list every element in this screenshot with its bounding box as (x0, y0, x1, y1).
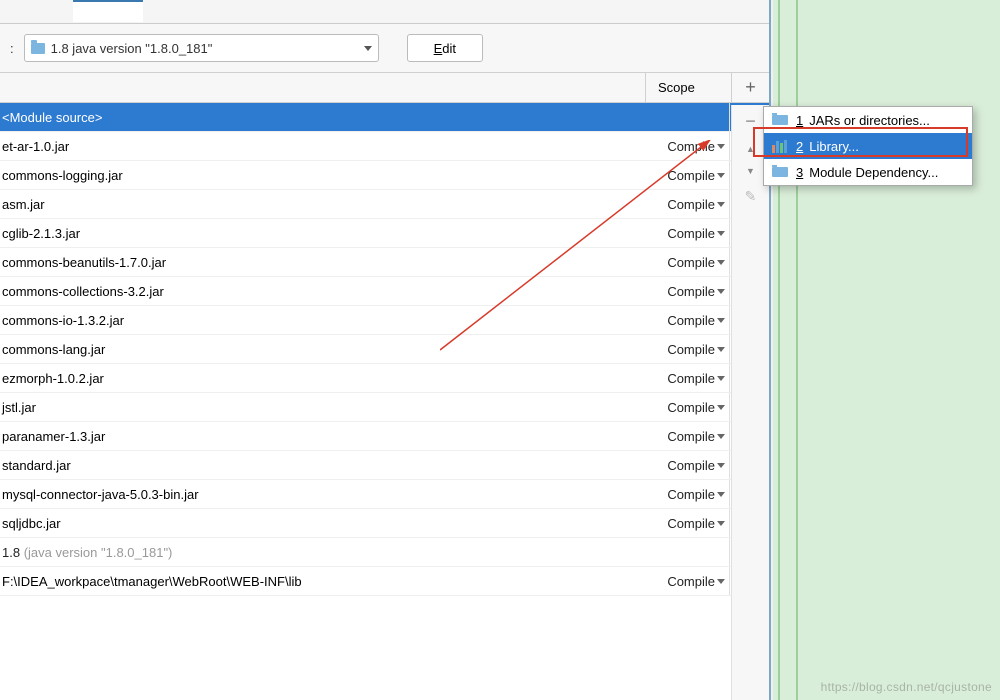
table-row[interactable]: commons-io-1.3.2.jarCompile (0, 306, 769, 335)
dependencies-table-header: Scope + (0, 73, 769, 103)
table-row[interactable]: <Module source> (0, 103, 769, 132)
dependency-name: F:\IDEA_workpace\tmanager\WebRoot\WEB-IN… (0, 574, 651, 589)
sdk-toolbar: : 1.8 java version "1.8.0_181" Edit (0, 24, 769, 73)
chevron-down-icon (717, 405, 725, 410)
add-dependency-popup: 1JARs or directories...2Library...3Modul… (763, 106, 973, 186)
scope-column-header[interactable]: Scope (645, 73, 731, 102)
table-row[interactable]: 1.8 (java version "1.8.0_181") (0, 538, 769, 567)
scope-cell[interactable]: Compile (651, 197, 729, 212)
table-row[interactable]: paranamer-1.3.jarCompile (0, 422, 769, 451)
table-row[interactable]: ezmorph-1.0.2.jarCompile (0, 364, 769, 393)
chevron-down-icon (717, 231, 725, 236)
chevron-down-icon (364, 46, 372, 51)
scope-cell[interactable]: Compile (651, 313, 729, 328)
table-row[interactable]: commons-lang.jarCompile (0, 335, 769, 364)
chevron-down-icon (717, 173, 725, 178)
divider (778, 0, 780, 700)
chevron-down-icon (717, 376, 725, 381)
dependency-name: commons-beanutils-1.7.0.jar (0, 255, 651, 270)
table-row[interactable]: commons-logging.jarCompile (0, 161, 769, 190)
folder-icon (772, 115, 788, 125)
module-icon (772, 167, 788, 177)
dependency-name: 1.8 (java version "1.8.0_181") (0, 545, 651, 560)
tab-strip (0, 0, 769, 24)
dependency-name: commons-logging.jar (0, 168, 651, 183)
add-dependency-button[interactable]: + (731, 73, 769, 102)
table-row[interactable]: commons-beanutils-1.7.0.jarCompile (0, 248, 769, 277)
sdk-value: 1.8 java version "1.8.0_181" (51, 41, 356, 56)
dependency-name: paranamer-1.3.jar (0, 429, 651, 444)
popup-item-module[interactable]: 3Module Dependency... (764, 159, 972, 185)
dependency-name: mysql-connector-java-5.0.3-bin.jar (0, 487, 651, 502)
table-row[interactable]: F:\IDEA_workpace\tmanager\WebRoot\WEB-IN… (0, 567, 769, 596)
scope-cell[interactable]: Compile (651, 371, 729, 386)
chevron-down-icon (717, 260, 725, 265)
dependency-name: commons-collections-3.2.jar (0, 284, 651, 299)
module-sdk-combo[interactable]: 1.8 java version "1.8.0_181" (24, 34, 379, 62)
popup-item-label: Module Dependency... (809, 165, 938, 180)
table-row[interactable]: sqljdbc.jarCompile (0, 509, 769, 538)
popup-item-label: JARs or directories... (809, 113, 930, 128)
chevron-down-icon (717, 202, 725, 207)
scope-cell[interactable]: Compile (651, 139, 729, 154)
dependency-name: commons-io-1.3.2.jar (0, 313, 651, 328)
table-row[interactable]: commons-collections-3.2.jarCompile (0, 277, 769, 306)
scope-cell[interactable]: Compile (651, 458, 729, 473)
dependency-name: cglib-2.1.3.jar (0, 226, 651, 241)
chevron-down-icon (717, 579, 725, 584)
scope-cell[interactable]: Compile (651, 168, 729, 183)
sdk-label-prefix: : (8, 41, 14, 56)
scope-cell[interactable]: Compile (651, 429, 729, 444)
scope-cell[interactable]: Compile (651, 226, 729, 241)
chevron-down-icon (717, 289, 725, 294)
chevron-down-icon (717, 144, 725, 149)
tab-dependencies[interactable] (73, 0, 143, 22)
table-row[interactable]: et-ar-1.0.jarCompile (0, 132, 769, 161)
dependency-name: et-ar-1.0.jar (0, 139, 651, 154)
dependency-name: sqljdbc.jar (0, 516, 651, 531)
dependency-name: jstl.jar (0, 400, 651, 415)
chevron-down-icon (717, 434, 725, 439)
library-icon (772, 139, 788, 153)
scope-cell[interactable]: Compile (651, 487, 729, 502)
table-row[interactable]: jstl.jarCompile (0, 393, 769, 422)
dependency-name: <Module source> (0, 110, 651, 125)
table-row[interactable]: cglib-2.1.3.jarCompile (0, 219, 769, 248)
dependency-name: ezmorph-1.0.2.jar (0, 371, 651, 386)
scope-cell[interactable]: Compile (651, 574, 729, 589)
chevron-down-icon (717, 318, 725, 323)
folder-icon (31, 43, 45, 54)
scope-cell[interactable]: Compile (651, 516, 729, 531)
edit-dependency-button[interactable] (732, 182, 769, 211)
chevron-down-icon (717, 521, 725, 526)
dependency-actions-gutter (731, 105, 769, 700)
chevron-down-icon (717, 347, 725, 352)
right-panel (773, 0, 1000, 700)
dependency-name: asm.jar (0, 197, 651, 212)
popup-item-library[interactable]: 2Library... (764, 133, 972, 159)
table-row[interactable]: asm.jarCompile (0, 190, 769, 219)
scope-cell[interactable]: Compile (651, 255, 729, 270)
scope-cell[interactable]: Compile (651, 342, 729, 357)
dependency-name: commons-lang.jar (0, 342, 651, 357)
chevron-down-icon (717, 492, 725, 497)
divider (796, 0, 798, 700)
popup-item-label: Library... (809, 139, 859, 154)
chevron-down-icon (717, 463, 725, 468)
scope-cell[interactable]: Compile (651, 400, 729, 415)
table-row[interactable]: standard.jarCompile (0, 451, 769, 480)
popup-item-jars[interactable]: 1JARs or directories... (764, 107, 972, 133)
dependency-name: standard.jar (0, 458, 651, 473)
watermark: https://blog.csdn.net/qcjustone (821, 680, 992, 694)
scope-cell[interactable]: Compile (651, 284, 729, 299)
edit-button[interactable]: Edit (407, 34, 483, 62)
table-row[interactable]: mysql-connector-java-5.0.3-bin.jarCompil… (0, 480, 769, 509)
